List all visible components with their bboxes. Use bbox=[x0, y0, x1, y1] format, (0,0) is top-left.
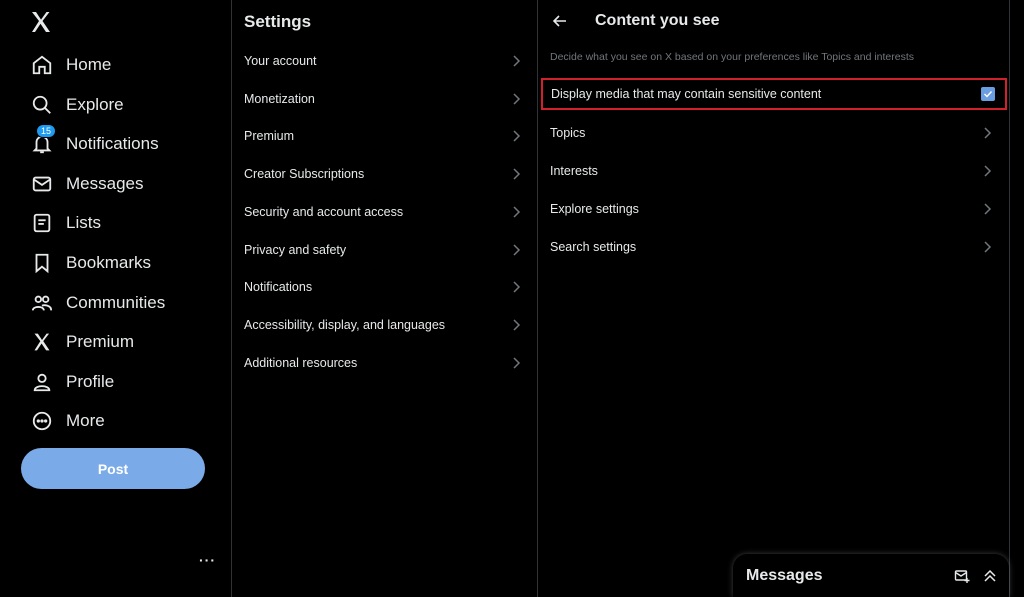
envelope-icon bbox=[28, 170, 56, 198]
nav-item-bookmarks[interactable]: Bookmarks bbox=[18, 245, 151, 281]
x-logo-icon bbox=[28, 328, 56, 356]
left-navigation: Home Explore 15 Notifications Messages L… bbox=[0, 0, 232, 597]
home-icon bbox=[28, 51, 56, 79]
settings-item-label: Monetization bbox=[244, 92, 315, 106]
page-description: Decide what you see on X based on your p… bbox=[550, 51, 915, 63]
settings-item-label: Security and account access bbox=[244, 205, 404, 219]
chevron-right-icon bbox=[984, 127, 992, 139]
settings-item-label: Additional resources bbox=[244, 356, 358, 370]
account-more-dots[interactable]: ··· bbox=[199, 552, 216, 568]
chevron-right-icon bbox=[513, 281, 521, 293]
chevron-right-icon bbox=[984, 165, 992, 177]
settings-item-security[interactable]: Security and account access bbox=[232, 193, 537, 231]
nav-label: More bbox=[66, 411, 105, 430]
sensitive-media-toggle-row[interactable]: Display media that may contain sensitive… bbox=[541, 78, 1007, 110]
settings-item-creator-subscriptions[interactable]: Creator Subscriptions bbox=[232, 155, 537, 193]
nav-label: Notifications bbox=[66, 134, 159, 153]
chevron-right-icon bbox=[513, 130, 521, 142]
expand-up-icon[interactable] bbox=[981, 567, 999, 585]
bell-icon: 15 bbox=[28, 124, 57, 158]
nav-item-communities[interactable]: Communities bbox=[18, 285, 165, 321]
chevron-right-icon bbox=[513, 319, 521, 331]
chevron-right-icon bbox=[513, 168, 521, 180]
settings-item-label: Your account bbox=[244, 54, 317, 68]
nav-item-messages[interactable]: Messages bbox=[18, 166, 143, 202]
content-item-search-settings[interactable]: Search settings bbox=[538, 228, 1008, 266]
chevron-right-icon bbox=[513, 206, 521, 218]
messages-drawer[interactable]: Messages bbox=[733, 554, 1009, 597]
nav-item-notifications[interactable]: 15 Notifications bbox=[18, 124, 159, 162]
nav-label: Lists bbox=[66, 213, 101, 232]
page-title: Content you see bbox=[595, 12, 720, 29]
nav-item-home[interactable]: Home bbox=[18, 47, 111, 83]
bookmark-icon bbox=[28, 249, 56, 277]
settings-title: Settings bbox=[244, 12, 312, 31]
chevron-right-icon bbox=[513, 93, 521, 105]
settings-column: Settings Your account Monetization Premi… bbox=[232, 0, 538, 597]
settings-item-accessibility[interactable]: Accessibility, display, and languages bbox=[232, 306, 537, 344]
settings-item-label: Accessibility, display, and languages bbox=[244, 318, 446, 332]
nav-item-lists[interactable]: Lists bbox=[18, 205, 101, 241]
settings-item-label: Creator Subscriptions bbox=[244, 167, 365, 181]
x-logo-icon[interactable] bbox=[28, 10, 54, 34]
content-item-label: Topics bbox=[550, 126, 586, 140]
chevron-right-icon bbox=[984, 241, 992, 253]
messages-drawer-title: Messages bbox=[746, 566, 823, 584]
checkmark-icon bbox=[984, 91, 993, 98]
chevron-right-icon bbox=[513, 244, 521, 256]
chevron-right-icon bbox=[513, 55, 521, 67]
nav-item-premium[interactable]: Premium bbox=[18, 324, 134, 360]
settings-item-additional-resources[interactable]: Additional resources bbox=[232, 344, 537, 382]
nav-label: Communities bbox=[66, 293, 166, 312]
content-item-label: Search settings bbox=[550, 240, 637, 254]
nav-label: Profile bbox=[66, 372, 115, 391]
person-icon bbox=[28, 368, 56, 396]
nav-label: Messages bbox=[66, 174, 144, 193]
new-message-icon[interactable] bbox=[953, 567, 971, 585]
settings-item-label: Notifications bbox=[244, 280, 313, 294]
people-icon bbox=[28, 289, 56, 317]
nav-item-profile[interactable]: Profile bbox=[18, 364, 114, 400]
content-item-interests[interactable]: Interests bbox=[538, 152, 1008, 190]
nav-item-explore[interactable]: Explore bbox=[18, 87, 124, 123]
sensitive-media-checkbox[interactable] bbox=[981, 87, 995, 101]
content-item-explore-settings[interactable]: Explore settings bbox=[538, 190, 1008, 228]
content-item-label: Interests bbox=[550, 164, 598, 178]
settings-item-label: Privacy and safety bbox=[244, 243, 347, 257]
settings-item-privacy[interactable]: Privacy and safety bbox=[232, 231, 537, 269]
notification-count-badge: 15 bbox=[36, 124, 57, 138]
post-button[interactable]: Post bbox=[21, 448, 205, 489]
content-item-topics[interactable]: Topics bbox=[538, 114, 1008, 152]
nav-item-more[interactable]: More bbox=[18, 403, 105, 439]
search-icon bbox=[28, 91, 56, 119]
more-circle-icon bbox=[28, 407, 56, 435]
back-arrow-icon[interactable] bbox=[551, 12, 569, 30]
list-icon bbox=[28, 209, 56, 237]
settings-item-your-account[interactable]: Your account bbox=[232, 42, 537, 80]
nav-label: Premium bbox=[66, 332, 135, 351]
chevron-right-icon bbox=[513, 357, 521, 369]
content-item-label: Explore settings bbox=[550, 202, 639, 216]
settings-item-premium[interactable]: Premium bbox=[232, 117, 537, 155]
settings-item-label: Premium bbox=[244, 129, 295, 143]
sensitive-media-label: Display media that may contain sensitive… bbox=[551, 87, 822, 101]
content-you-see-panel: Content you see Decide what you see on X… bbox=[538, 0, 1010, 597]
nav-label: Home bbox=[66, 55, 112, 74]
chevron-right-icon bbox=[984, 203, 992, 215]
nav-label: Bookmarks bbox=[66, 253, 152, 272]
nav-label: Explore bbox=[66, 95, 124, 114]
settings-item-notifications[interactable]: Notifications bbox=[232, 268, 537, 306]
settings-item-monetization[interactable]: Monetization bbox=[232, 80, 537, 118]
